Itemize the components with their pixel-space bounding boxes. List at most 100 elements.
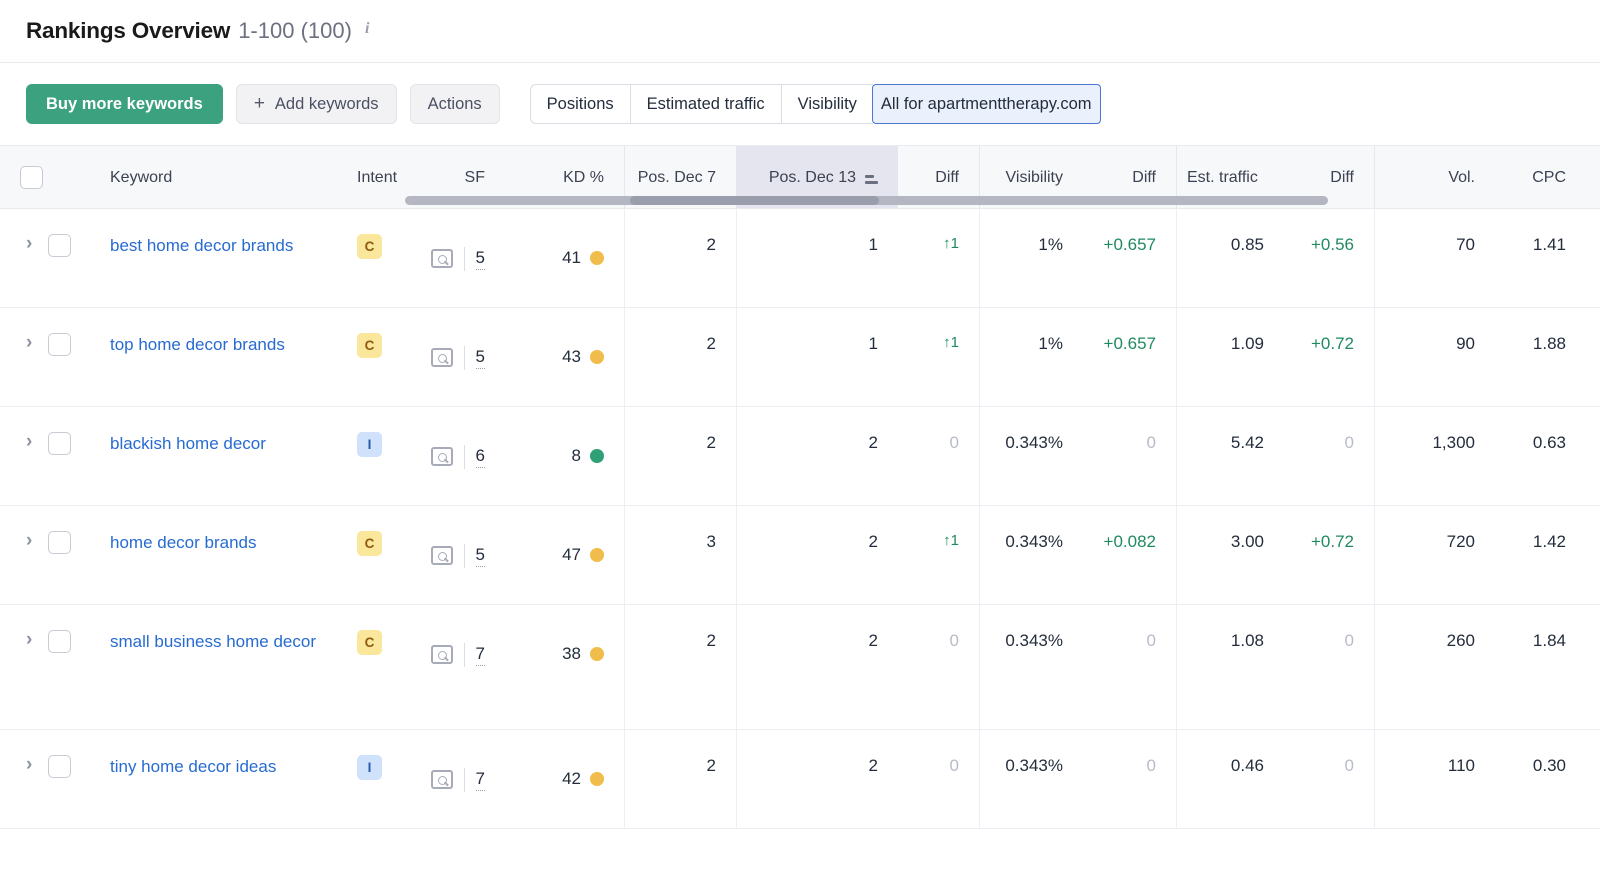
keyword-link[interactable]: tiny home decor ideas	[110, 754, 276, 779]
keyword-cell: home decor brands	[62, 506, 357, 604]
diff-value: 0	[1147, 433, 1156, 453]
kd-cell: 8	[485, 407, 624, 505]
visibility-diff-cell: +0.657	[1083, 209, 1176, 307]
table-row[interactable]: ›blackish home decorI682200.343%05.4201,…	[0, 407, 1600, 506]
pos-previous-cell: 2	[624, 407, 736, 505]
diff-value: +0.082	[1104, 532, 1156, 552]
divider	[464, 643, 465, 667]
row-select-cell: ›	[0, 407, 62, 505]
table-row[interactable]: ›best home decor brandsC54121↑11%+0.6570…	[0, 209, 1600, 308]
sf-cell: 7	[419, 605, 485, 730]
row-select-cell: ›	[0, 209, 62, 307]
horizontal-scrollbar[interactable]	[405, 196, 1328, 205]
th-volume[interactable]: Vol.	[1374, 146, 1495, 208]
add-keywords-button[interactable]: + Add keywords	[236, 84, 397, 124]
expand-row-icon[interactable]: ›	[26, 234, 32, 253]
sf-count[interactable]: 6	[476, 446, 485, 468]
expand-row-icon[interactable]: ›	[26, 333, 32, 352]
visibility-diff-cell: +0.082	[1083, 506, 1176, 604]
table-row[interactable]: ›top home decor brandsC54321↑11%+0.6571.…	[0, 308, 1600, 407]
sf-count[interactable]: 5	[476, 347, 485, 369]
kd-value: 41	[562, 248, 581, 268]
page-header: Rankings Overview 1-100 (100) i	[0, 0, 1600, 63]
sf-count[interactable]: 5	[476, 248, 485, 270]
expand-row-icon[interactable]: ›	[26, 432, 32, 451]
serp-features-icon[interactable]	[431, 770, 453, 789]
tab-positions[interactable]: Positions	[530, 84, 630, 124]
intent-badge[interactable]: I	[357, 755, 382, 780]
horizontal-scrollbar-thumb[interactable]	[630, 196, 879, 205]
intent-badge[interactable]: C	[357, 531, 382, 556]
serp-features-icon[interactable]	[431, 645, 453, 664]
volume-cell: 720	[1374, 506, 1495, 604]
pos-diff-cell: ↑1	[898, 506, 979, 604]
table-row[interactable]: ›home decor brandsC54732↑10.343%+0.0823.…	[0, 506, 1600, 605]
kd-cell: 38	[485, 605, 624, 729]
select-all-checkbox[interactable]	[20, 166, 43, 189]
diff-value: 0	[1147, 631, 1156, 651]
intent-badge[interactable]: I	[357, 432, 382, 457]
intent-badge[interactable]: C	[357, 630, 382, 655]
kd-difficulty-dot	[590, 647, 604, 661]
kd-difficulty-dot	[590, 548, 604, 562]
divider	[464, 445, 465, 469]
kd-cell: 43	[485, 308, 624, 406]
intent-badge[interactable]: C	[357, 333, 382, 358]
visibility-cell: 0.343%	[979, 407, 1083, 505]
est-traffic-diff-cell: 0	[1284, 730, 1374, 828]
buy-more-keywords-button[interactable]: Buy more keywords	[26, 84, 223, 124]
tab-all-for-domain[interactable]: All for apartmenttherapy.com	[872, 84, 1101, 124]
intent-badge[interactable]: C	[357, 234, 382, 259]
info-icon[interactable]: i	[365, 21, 369, 37]
visibility-cell: 0.343%	[979, 605, 1083, 729]
intent-cell: C	[357, 605, 419, 729]
kd-value: 38	[562, 644, 581, 664]
pos-diff-cell: 0	[898, 605, 979, 729]
keyword-link[interactable]: home decor brands	[110, 530, 256, 555]
pos-diff-cell: ↑1	[898, 209, 979, 307]
keyword-link[interactable]: small business home decor	[110, 629, 316, 654]
keyword-cell: tiny home decor ideas	[62, 730, 357, 828]
cpc-cell: 1.84	[1495, 605, 1580, 729]
row-select-cell: ›	[0, 506, 62, 604]
serp-features-icon[interactable]	[431, 348, 453, 367]
est-traffic-diff-cell: +0.72	[1284, 506, 1374, 604]
expand-row-icon[interactable]: ›	[26, 531, 32, 550]
pos-current-cell: 1	[736, 209, 898, 307]
th-keyword[interactable]: Keyword	[62, 146, 357, 208]
kd-value: 8	[572, 446, 581, 466]
keyword-link[interactable]: best home decor brands	[110, 233, 293, 258]
row-select-cell: ›	[0, 308, 62, 406]
sf-cell: 5	[419, 506, 485, 605]
th-pos-dec-13-label: Pos. Dec 13	[769, 169, 856, 187]
kd-difficulty-dot	[590, 449, 604, 463]
serp-features-icon[interactable]	[431, 546, 453, 565]
volume-cell: 260	[1374, 605, 1495, 729]
sort-descending-icon[interactable]	[865, 175, 878, 184]
sf-count[interactable]: 5	[476, 545, 485, 567]
tab-visibility[interactable]: Visibility	[781, 84, 873, 124]
serp-features-icon[interactable]	[431, 447, 453, 466]
table-row[interactable]: ›small business home decorC7382200.343%0…	[0, 605, 1600, 730]
expand-row-icon[interactable]: ›	[26, 755, 32, 774]
th-cpc[interactable]: CPC	[1495, 146, 1580, 208]
actions-button[interactable]: Actions	[410, 84, 500, 124]
table-row[interactable]: ›tiny home decor ideasI7422200.343%00.46…	[0, 730, 1600, 829]
pos-previous-cell: 2	[624, 730, 736, 828]
sf-count[interactable]: 7	[476, 644, 485, 666]
diff-value: 0	[1345, 631, 1354, 651]
diff-up-arrow: ↑1	[943, 532, 959, 549]
keyword-link[interactable]: blackish home decor	[110, 431, 266, 456]
tab-estimated-traffic[interactable]: Estimated traffic	[630, 84, 781, 124]
diff-zero: 0	[950, 756, 959, 776]
expand-row-icon[interactable]: ›	[26, 630, 32, 649]
keyword-link[interactable]: top home decor brands	[110, 332, 285, 357]
keyword-cell: small business home decor	[62, 605, 357, 729]
serp-features-icon[interactable]	[431, 249, 453, 268]
sf-count[interactable]: 7	[476, 769, 485, 791]
visibility-cell: 1%	[979, 308, 1083, 406]
select-all-cell	[0, 146, 62, 208]
est-traffic-diff-cell: +0.56	[1284, 209, 1374, 307]
plus-icon: +	[254, 94, 265, 113]
kd-cell: 47	[485, 506, 624, 604]
